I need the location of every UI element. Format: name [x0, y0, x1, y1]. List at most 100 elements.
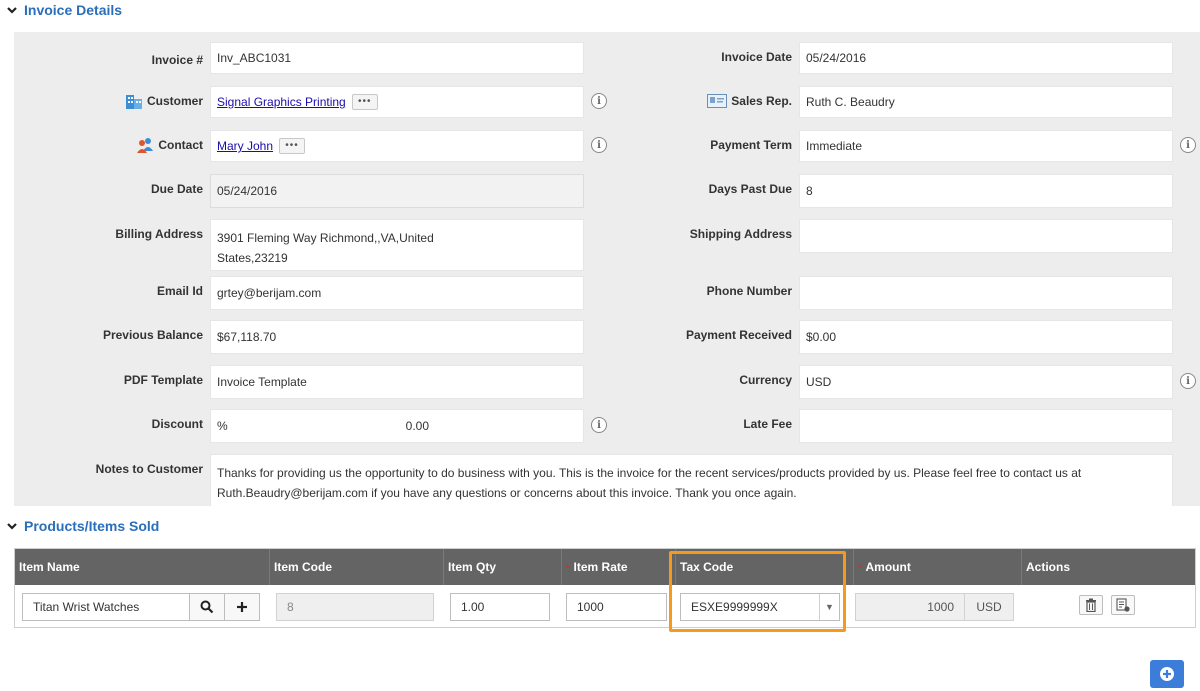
customer-field: Signal Graphics Printing ••• [210, 86, 584, 118]
amount-currency-value: USD [976, 600, 1002, 614]
delete-row-button[interactable] [1079, 595, 1103, 615]
items-table-header: Item Name Item Code Item Qty • Item Rate … [15, 549, 1195, 585]
late-fee-label: Late Fee [743, 417, 792, 431]
item-add-button[interactable] [224, 593, 260, 621]
payment-term-value: Immediate [806, 139, 863, 153]
plus-icon [237, 602, 247, 612]
contact-info-icon[interactable]: i [591, 137, 607, 153]
invoice-no-label: Invoice # [151, 53, 203, 67]
previous-balance-field[interactable]: $67,118.70 [210, 320, 584, 354]
th-actions: Actions [1021, 549, 1195, 585]
building-icon [125, 95, 142, 109]
item-name-input[interactable]: Titan Wrist Watches [22, 593, 190, 621]
th-item-rate: • Item Rate [561, 549, 675, 585]
sales-rep-field[interactable]: Ruth C. Beaudry [799, 86, 1173, 118]
contact-link[interactable]: Mary John [217, 139, 273, 153]
customer-more-button[interactable]: ••• [351, 94, 378, 110]
currency-field[interactable]: USD [799, 365, 1173, 399]
contact-label: Contact [23, 134, 203, 156]
notes-label: Notes to Customer [95, 462, 203, 476]
tax-code-select[interactable]: ESXE9999999X ▼ [680, 593, 840, 621]
phone-field[interactable] [799, 276, 1173, 310]
customer-label: Customer [23, 90, 203, 112]
sales-rep-value: Ruth C. Beaudry [806, 95, 895, 109]
discount-value: 0.00 [405, 419, 429, 433]
discount-unit: % [217, 419, 228, 433]
discount-info-icon[interactable]: i [591, 417, 607, 433]
contact-field: Mary John ••• [210, 130, 584, 162]
notes-edit-icon [1116, 598, 1130, 612]
invoice-details-title: Invoice Details [24, 2, 123, 18]
shipping-address-label: Shipping Address [689, 227, 792, 241]
invoice-details-section-toggle[interactable]: Invoice Details [6, 2, 122, 18]
required-marker: • [858, 561, 862, 573]
contact-more-button[interactable]: ••• [279, 138, 306, 154]
notes-line1: Thanks for providing us the opportunity … [217, 466, 1082, 480]
billing-address-line2: States,23219 [217, 251, 288, 265]
payment-term-label: Payment Term [710, 138, 792, 152]
due-date-label: Due Date [150, 182, 203, 196]
th-tax-code: Tax Code [675, 549, 853, 585]
invoice-no-value: Inv_ABC1031 [217, 51, 292, 65]
item-name-value: Titan Wrist Watches [33, 600, 140, 614]
item-code-value: 8 [287, 600, 294, 614]
late-fee-field[interactable] [799, 409, 1173, 443]
notes-line2: Ruth.Beaudry@berijam.com if you have any… [217, 486, 797, 500]
invoice-details-panel: Invoice # Inv_ABC1031 Invoice Date 05/24… [14, 32, 1200, 506]
notes-to-customer-field[interactable]: Thanks for providing us the opportunity … [210, 454, 1173, 506]
item-qty-value: 1.00 [461, 600, 485, 614]
discount-field[interactable]: % 0.00 [210, 409, 584, 443]
chevron-down-icon [7, 7, 17, 14]
add-row-button[interactable] [1150, 660, 1184, 688]
item-rate-input[interactable]: 1000 [566, 593, 667, 621]
invoice-date-value: 05/24/2016 [806, 51, 867, 65]
due-date-field: 05/24/2016 [210, 174, 584, 208]
currency-info-icon[interactable]: i [1180, 373, 1196, 389]
plus-circle-icon [1160, 667, 1174, 681]
item-code-input: 8 [276, 593, 434, 621]
pdf-template-value: Invoice Template [217, 375, 307, 389]
required-marker: • [566, 561, 570, 573]
payment-received-field[interactable]: $0.00 [799, 320, 1173, 354]
customer-link[interactable]: Signal Graphics Printing [217, 95, 346, 109]
billing-address-line1: 3901 Fleming Way Richmond,,VA,United [217, 231, 434, 245]
payment-term-field[interactable]: Immediate [799, 130, 1173, 162]
sales-rep-label: Sales Rep. [612, 90, 792, 112]
th-item-qty: Item Qty [443, 549, 561, 585]
contact-people-icon [137, 138, 154, 153]
email-field[interactable]: grtey@berijam.com [210, 276, 584, 310]
row-details-button[interactable] [1111, 595, 1135, 615]
invoice-date-field[interactable]: 05/24/2016 [799, 42, 1173, 74]
billing-address-label: Billing Address [115, 227, 203, 241]
search-icon [200, 600, 214, 614]
payment-term-info-icon[interactable]: i [1180, 137, 1196, 153]
customer-info-icon[interactable]: i [591, 93, 607, 109]
email-label: Email Id [156, 284, 203, 298]
previous-balance-label: Previous Balance [102, 328, 203, 342]
dropdown-arrow-icon: ▼ [819, 594, 839, 620]
currency-label: Currency [739, 373, 792, 387]
pdf-template-field[interactable]: Invoice Template [210, 365, 584, 399]
shipping-address-field[interactable] [799, 219, 1173, 253]
due-date-value: 05/24/2016 [217, 184, 278, 198]
amount-currency: USD [964, 593, 1014, 621]
item-qty-input[interactable]: 1.00 [450, 593, 550, 621]
payment-received-label: Payment Received [685, 328, 792, 342]
th-amount: • Amount [853, 549, 1021, 585]
invoice-date-label: Invoice Date [721, 50, 792, 64]
item-search-button[interactable] [189, 593, 225, 621]
products-title: Products/Items Sold [24, 518, 160, 534]
invoice-no-field[interactable]: Inv_ABC1031 [210, 42, 584, 74]
chevron-down-icon [7, 523, 17, 530]
th-item-code: Item Code [269, 549, 443, 585]
items-table: Item Name Item Code Item Qty • Item Rate … [14, 548, 1196, 628]
billing-address-field[interactable]: 3901 Fleming Way Richmond,,VA,United Sta… [210, 219, 584, 271]
pdf-template-label: PDF Template [123, 373, 203, 387]
products-section-toggle[interactable]: Products/Items Sold [6, 518, 159, 534]
email-value: grtey@berijam.com [217, 286, 322, 300]
previous-balance-value: $67,118.70 [217, 330, 277, 344]
discount-label: Discount [151, 417, 203, 431]
amount-input: 1000 [855, 593, 965, 621]
days-past-due-field[interactable]: 8 [799, 174, 1173, 208]
th-item-name: Item Name [19, 560, 80, 574]
